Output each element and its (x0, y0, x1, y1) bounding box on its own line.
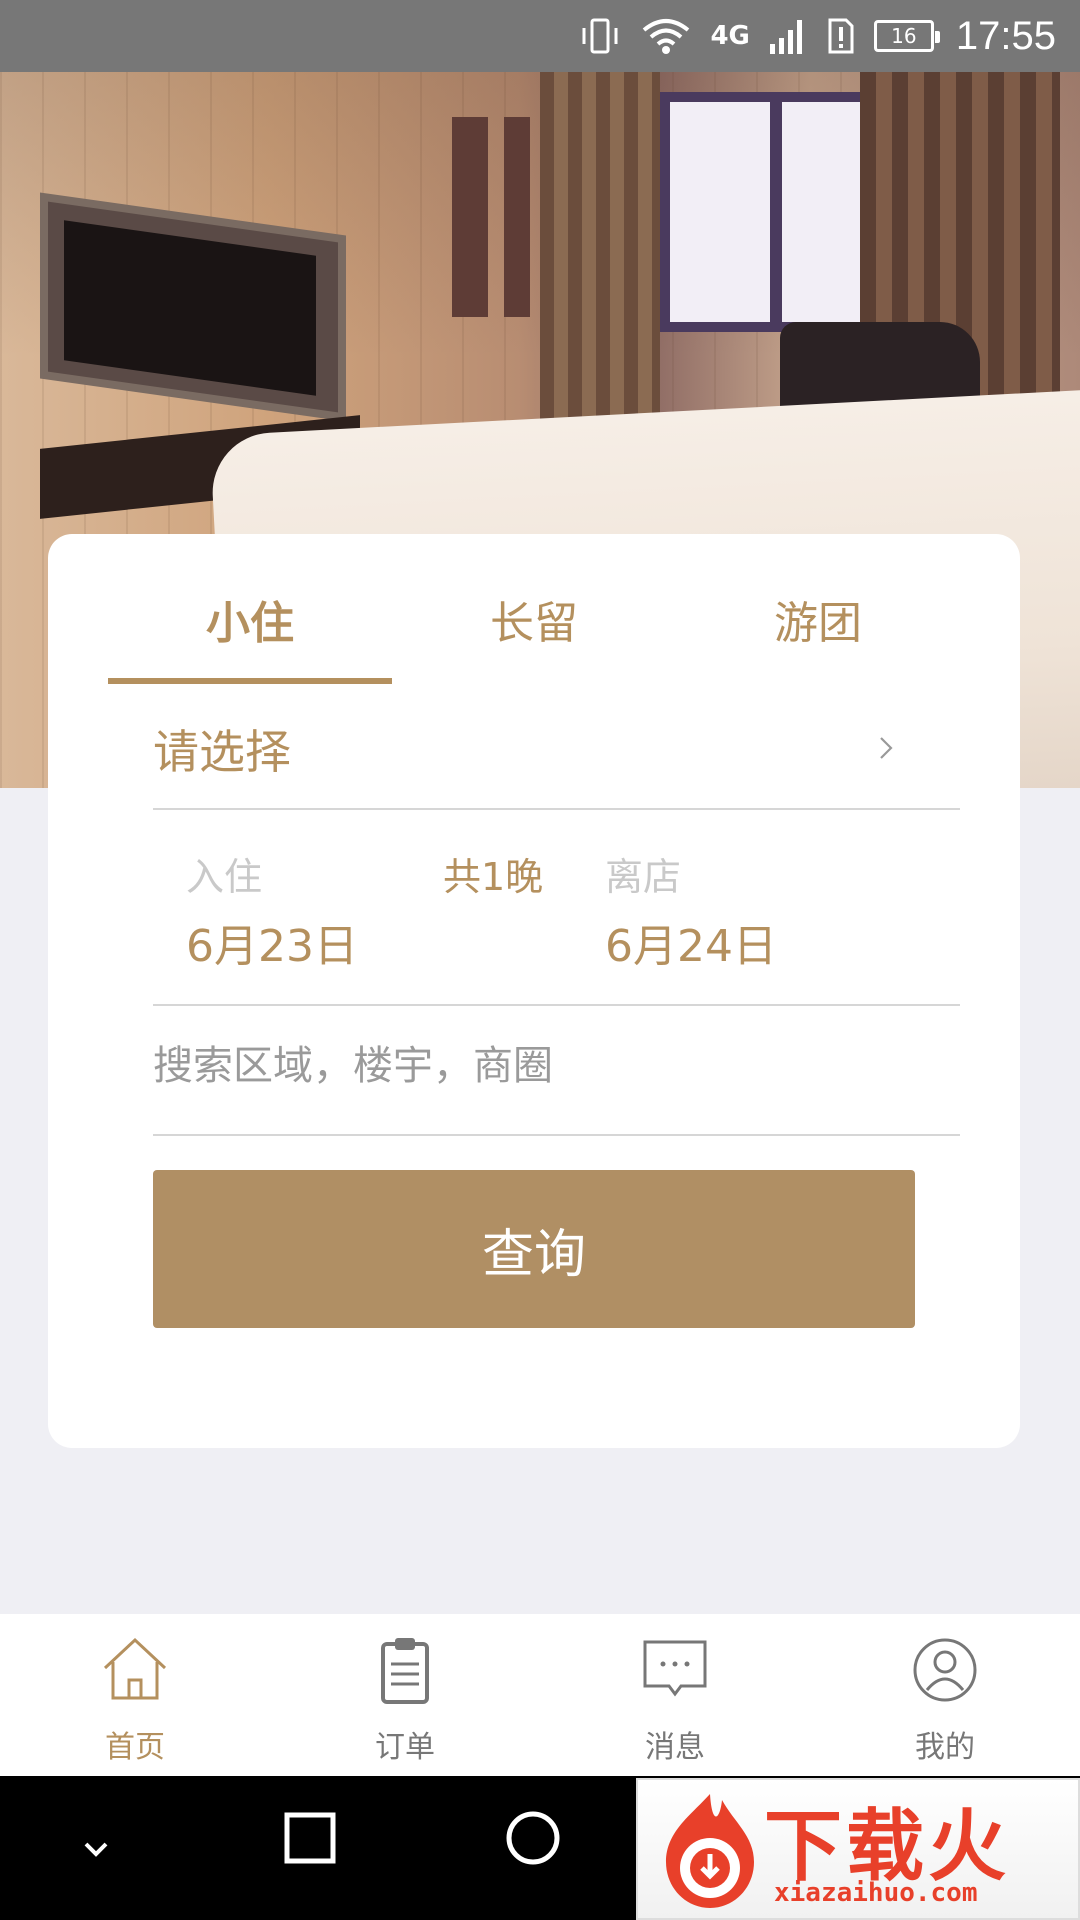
profile-icon (913, 1638, 977, 1702)
watermark: 下载火 xiazaihuo.com (636, 1778, 1080, 1920)
city-select-label: 请选择 (153, 725, 291, 779)
status-bar: 4G 16 17:55 (0, 0, 1080, 72)
city-select-row[interactable]: 请选择 (153, 696, 960, 810)
bottom-tab-bar: 首页 订单 消息 我的 (0, 1614, 1080, 1776)
tab-short-stay[interactable]: 小住 (108, 574, 392, 684)
battery-icon: 16 (873, 20, 940, 52)
search-card: 小住 长留 游团 请选择 入住 6月23日 共1晚 离店 6月24日 查询 (48, 534, 1020, 1448)
vibrate-icon (578, 16, 622, 56)
signal-icon (768, 16, 808, 56)
nav-home[interactable]: 首页 (0, 1614, 270, 1776)
nav-home-label: 首页 (105, 1730, 165, 1765)
query-button[interactable]: 查询 (153, 1170, 915, 1328)
message-icon (643, 1640, 707, 1697)
network-type: 4G (710, 21, 750, 51)
clock: 17:55 (955, 13, 1056, 58)
checkin-date: 6月23日 (186, 921, 358, 972)
clipboard-icon (381, 1638, 429, 1704)
stay-type-tabs: 小住 长留 游团 (108, 574, 960, 684)
nav-profile-label: 我的 (915, 1730, 975, 1765)
nav-orders-label: 订单 (375, 1730, 435, 1765)
chevron-down-icon[interactable] (76, 1828, 116, 1868)
watermark-url: xiazaihuo.com (774, 1878, 978, 1908)
battery-level: 16 (873, 20, 940, 52)
date-range-row[interactable]: 入住 6月23日 共1晚 离店 6月24日 (153, 810, 960, 1006)
recent-apps-button[interactable] (284, 1812, 336, 1864)
chevron-right-icon (880, 737, 893, 759)
nav-messages-label: 消息 (645, 1730, 705, 1765)
home-button[interactable] (505, 1810, 561, 1866)
nights-count: 共1晚 (443, 855, 544, 899)
nav-orders[interactable]: 订单 (270, 1614, 540, 1776)
nav-messages[interactable]: 消息 (540, 1614, 810, 1776)
nav-profile[interactable]: 我的 (810, 1614, 1080, 1776)
search-input[interactable] (153, 1036, 913, 1096)
tab-long-stay[interactable]: 长留 (392, 574, 676, 684)
flame-logo-icon (666, 1794, 754, 1908)
search-row (153, 1006, 960, 1136)
alert-sim-icon (826, 16, 856, 56)
wifi-icon (640, 16, 692, 56)
checkin-label: 入住 (186, 855, 263, 899)
home-icon (103, 1637, 167, 1700)
tab-group-tour[interactable]: 游团 (676, 574, 960, 684)
app-screen: 4G 16 17:55 小住 长留 游团 请选择 入住 6月23日 共1晚 离店… (0, 0, 1080, 1920)
checkout-date: 6月24日 (605, 921, 777, 972)
checkout-label: 离店 (605, 855, 682, 899)
